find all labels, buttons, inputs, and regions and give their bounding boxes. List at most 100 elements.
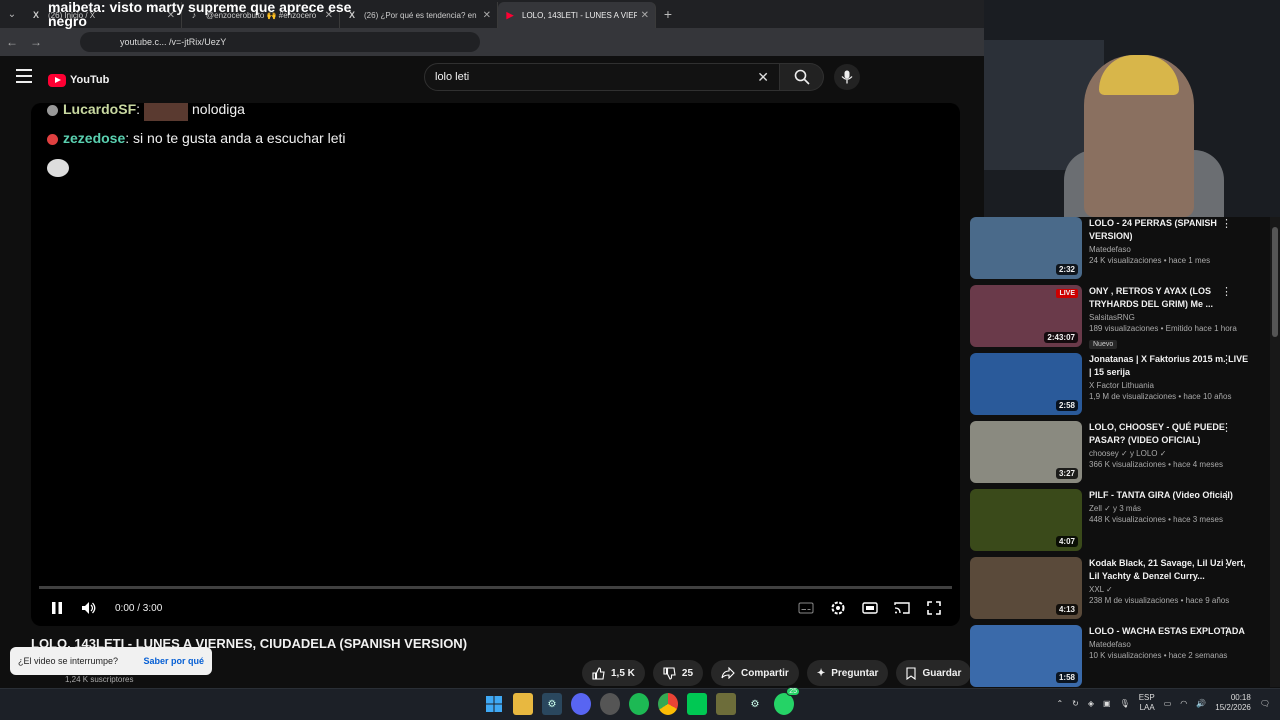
fullscreen-button[interactable] [918, 592, 950, 624]
spotify-icon[interactable] [629, 693, 649, 715]
video-meta: 189 visualizaciones • Emitido hace 1 hor… [1089, 324, 1237, 333]
video-title[interactable]: LOLO - 24 PERRAS (SPANISH VERSION) [1089, 217, 1270, 243]
share-icon [721, 667, 735, 679]
progress-bar[interactable] [39, 586, 952, 589]
share-button[interactable]: Compartir [711, 660, 799, 686]
channel-name[interactable]: Zell ✓ y 3 más [1089, 504, 1270, 513]
language-indicator[interactable]: ESP LAA [1139, 693, 1155, 713]
subscriber-count: 1,24 K suscriptores [65, 675, 134, 684]
discord-icon[interactable] [571, 693, 591, 715]
video-title[interactable]: Jonatanas | X Faktorius 2015 m. LIVE | 1… [1089, 353, 1270, 379]
notification-icon[interactable]: 🗨 [1260, 699, 1270, 708]
more-vert-icon[interactable]: ⋮ [1221, 625, 1232, 638]
chevron-up-icon[interactable]: ⌃ [1056, 699, 1063, 708]
search-button[interactable] [780, 63, 824, 91]
more-vert-icon[interactable]: ⋮ [1221, 489, 1232, 502]
clock[interactable]: 00:18 15/2/2026 [1215, 693, 1251, 713]
steam-icon[interactable]: ⚙ [542, 693, 562, 715]
save-button[interactable]: Guardar [896, 660, 972, 686]
clear-search-icon[interactable]: ✕ [757, 69, 769, 86]
user-badge-icon [47, 133, 58, 145]
close-tab-icon[interactable]: ✕ [641, 10, 649, 21]
chat-line: maibeta: visto marty supreme que aprece … [48, 0, 352, 15]
video-title[interactable]: Kodak Black, 21 Savage, Lil Uzi Vert, Li… [1089, 557, 1270, 583]
video-title[interactable]: ONY , RETROS Y AYAX (LOS TRYHARDS DEL GR… [1089, 285, 1270, 311]
video-actions: 1,5 K 25 Compartir ✦ Preguntar Guardar •… [582, 660, 1006, 686]
video-meta: 238 M de visualizaciones • hace 9 años [1089, 596, 1230, 605]
like-button[interactable]: 1,5 K [582, 660, 645, 686]
scrollbar-thumb[interactable] [1272, 227, 1278, 337]
mic-tray-icon[interactable]: 🎙 [1120, 699, 1130, 708]
obs-icon[interactable] [600, 693, 620, 715]
new-tab-button[interactable]: + [656, 6, 680, 22]
video-title[interactable]: LOLO - WACHA ESTAS EXPLOTADA [1089, 625, 1270, 638]
video-thumbnail[interactable]: LIVE 2:43:07 [970, 285, 1082, 347]
more-vert-icon[interactable]: ⋮ [1221, 353, 1232, 366]
more-vert-icon[interactable]: ⋮ [1221, 557, 1232, 570]
channel-name[interactable]: XXL ✓ [1089, 585, 1270, 594]
pause-button[interactable] [41, 592, 73, 624]
tray-app-icon[interactable]: ▣ [1103, 699, 1111, 708]
subtitles-button[interactable] [790, 592, 822, 624]
kick-icon[interactable] [687, 693, 707, 715]
chrome-icon[interactable] [658, 693, 678, 715]
ask-button[interactable]: ✦ Preguntar [806, 660, 889, 686]
dislike-button[interactable]: 25 [652, 660, 704, 686]
tab-list-icon[interactable]: ⌄ [0, 3, 24, 25]
more-vert-icon[interactable]: ⋮ [1221, 421, 1232, 434]
recommended-video[interactable]: 4:07 PILF - TANTA GIRA (Video Oficial) Ze… [970, 489, 1270, 557]
menu-icon[interactable] [16, 69, 32, 83]
sync-icon[interactable]: ↻ [1072, 699, 1079, 708]
tab-tendencia-x[interactable]: X (26) ¿Por qué es tendencia? en ✕ [340, 2, 498, 28]
wifi-icon[interactable]: ◠ [1180, 699, 1187, 708]
video-title[interactable]: PILF - TANTA GIRA (Video Oficial) [1089, 489, 1270, 502]
video-thumbnail[interactable]: 1:58 [970, 625, 1082, 687]
forward-icon[interactable]: → [24, 35, 48, 49]
youtube-logo[interactable]: YouTub [48, 70, 148, 90]
voice-search-button[interactable] [834, 64, 860, 90]
settings-button[interactable] [822, 592, 854, 624]
channel-name[interactable]: SalsitasRNG [1089, 313, 1270, 322]
windows-taskbar: ⚙ ⚙ 25 ⌃ ↻ ◈ ▣ 🎙 ESP LAA ▭ ◠ 🔊 00:18 15/2/… [0, 687, 1280, 720]
channel-name[interactable]: X Factor Lithuania [1089, 381, 1270, 390]
video-thumbnail[interactable]: 4:13 [970, 557, 1082, 619]
whatsapp-icon[interactable]: 25 [774, 687, 800, 715]
url-field[interactable]: youtube.c... /v=-jtRix/UezY [80, 32, 480, 52]
steam-alt-icon[interactable]: ⚙ [745, 693, 765, 715]
search-input[interactable]: lolo leti ✕ [424, 63, 780, 91]
back-icon[interactable]: ← [0, 35, 24, 49]
channel-name[interactable]: Matedefaso [1089, 245, 1270, 254]
file-explorer-icon[interactable] [513, 693, 533, 715]
windows-start-icon[interactable] [484, 693, 504, 715]
cast-button[interactable] [886, 592, 918, 624]
speaker-icon[interactable]: 🔊 [1196, 699, 1206, 708]
tab-youtube[interactable]: ▶ LOLO, 143LETI - LUNES A VIERNES ✕ [498, 2, 656, 28]
video-thumbnail[interactable]: 2:58 [970, 353, 1082, 415]
recommended-video[interactable]: 2:32 LOLO - 24 PERRAS (SPANISH VERSION) M… [970, 217, 1270, 285]
more-vert-icon[interactable]: ⋮ [1221, 217, 1232, 230]
video-thumbnail[interactable]: 3:27 [970, 421, 1082, 483]
close-tab-icon[interactable]: ✕ [483, 10, 491, 21]
recommended-video[interactable]: 1:58 LOLO - WACHA ESTAS EXPLOTADA Matedef… [970, 625, 1270, 693]
video-thumbnail[interactable]: 4:07 [970, 489, 1082, 551]
chat-text: si no te gusta anda a escuchar leti [133, 130, 346, 146]
minecraft-icon[interactable] [716, 693, 736, 715]
security-icon[interactable]: ◈ [1088, 699, 1094, 708]
recommended-video[interactable]: 2:58 Jonatanas | X Faktorius 2015 m. LIV… [970, 353, 1270, 421]
youtube-header: YouTub lolo leti ✕ [0, 56, 984, 98]
recommended-video[interactable]: LIVE 2:43:07 ONY , RETROS Y AYAX (LOS TRY… [970, 285, 1270, 353]
video-thumbnail[interactable]: 2:32 [970, 217, 1082, 279]
learn-why-link[interactable]: Saber por qué [143, 656, 204, 666]
recommended-video[interactable]: 3:27 LOLO, CHOOSEY - QUÉ PUEDE PASAR? (V… [970, 421, 1270, 489]
channel-name[interactable]: choosey ✓ y LOLO ✓ [1089, 449, 1270, 458]
stream-chat-overlay: LucardoSF: nolodiga zezedose: si no te gu… [47, 103, 346, 182]
video-player[interactable]: LucardoSF: nolodiga zezedose: si no te gu… [31, 103, 960, 626]
more-vert-icon[interactable]: ⋮ [1221, 285, 1232, 298]
volume-button[interactable] [73, 592, 105, 624]
video-title[interactable]: LOLO, CHOOSEY - QUÉ PUEDE PASAR? (VIDEO … [1089, 421, 1270, 447]
recommended-video[interactable]: 4:13 Kodak Black, 21 Savage, Lil Uzi Ver… [970, 557, 1270, 625]
channel-name[interactable]: Matedefaso [1089, 640, 1270, 649]
network-icon[interactable]: ▭ [1164, 699, 1172, 708]
theater-mode-button[interactable] [854, 592, 886, 624]
sidebar-scrollbar[interactable] [1270, 217, 1280, 687]
